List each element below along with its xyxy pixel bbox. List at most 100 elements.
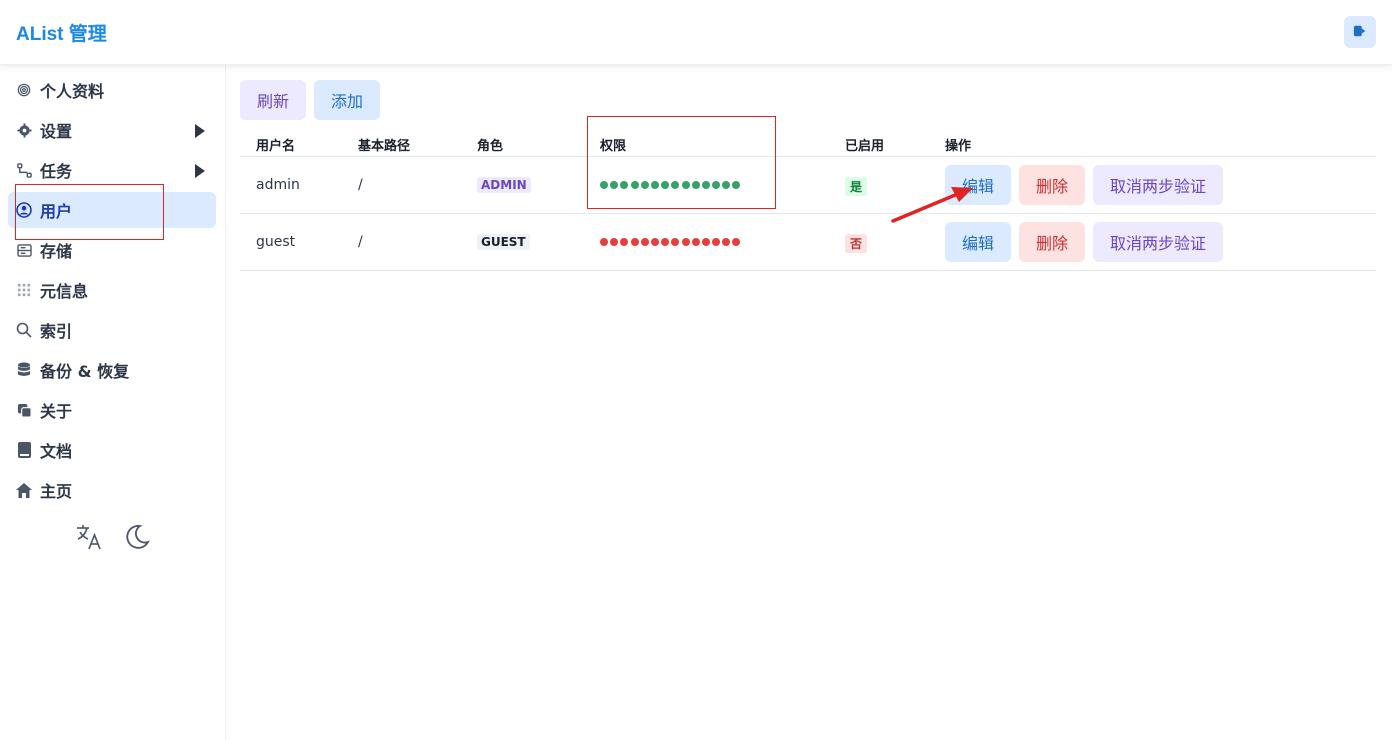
caret-right-icon <box>194 123 206 142</box>
delete-button[interactable]: 删除 <box>1019 165 1085 205</box>
sidebar-tools <box>0 525 225 553</box>
permission-dot <box>691 181 700 189</box>
permission-dot <box>650 238 659 246</box>
book-icon <box>16 442 32 458</box>
sidebar-item-settings[interactable]: 设置 <box>8 112 216 148</box>
sidebar-item-label: 存储 <box>40 242 73 261</box>
permission-dot <box>640 181 649 189</box>
permission-dot <box>640 238 649 246</box>
permission-dot <box>722 238 731 246</box>
permission-dot <box>620 181 629 189</box>
sidebar: 个人资料 设置 任务 用户 存储 元信息 索引 备份 & 恢复 关于 文档 主页 <box>0 65 226 740</box>
permission-dot <box>681 238 690 246</box>
fingerprint-icon <box>16 82 32 98</box>
sidebar-item-label: 备份 & 恢复 <box>40 362 130 381</box>
permission-dot <box>732 181 741 189</box>
sidebar-item-label: 关于 <box>40 402 73 421</box>
permission-dot <box>600 238 608 246</box>
permission-dot <box>712 181 721 189</box>
sidebar-item-label: 主页 <box>40 482 73 501</box>
home-icon <box>16 482 32 498</box>
permission-dot <box>671 181 680 189</box>
permission-dot <box>661 181 670 189</box>
database-icon <box>16 362 32 378</box>
permission-dot <box>630 238 639 246</box>
permission-dots <box>600 238 743 246</box>
logout-button[interactable] <box>1344 16 1376 48</box>
permission-dot <box>620 238 629 246</box>
sidebar-item-home[interactable]: 主页 <box>8 472 216 508</box>
edit-button[interactable]: 编辑 <box>945 165 1011 205</box>
cancel-2fa-button[interactable]: 取消两步验证 <box>1093 222 1223 262</box>
cell-username: admin <box>256 177 300 193</box>
sidebar-item-label: 个人资料 <box>40 82 105 101</box>
permission-dot <box>650 181 659 189</box>
sidebar-item-tasks[interactable]: 任务 <box>8 152 216 188</box>
sidebar-item-backup-restore[interactable]: 备份 & 恢复 <box>8 352 216 388</box>
enabled-badge: 是 <box>845 177 868 196</box>
sidebar-item-storage[interactable]: 存储 <box>8 232 216 268</box>
cell-base-path: / <box>358 234 363 250</box>
col-header-enabled: 已启用 <box>845 139 885 154</box>
storage-icon <box>16 242 32 258</box>
copy-icon <box>16 402 32 418</box>
delete-button[interactable]: 删除 <box>1019 222 1085 262</box>
grid-icon <box>16 282 32 298</box>
permission-dot <box>630 181 639 189</box>
role-badge: ADMIN <box>477 177 531 193</box>
permission-dot <box>722 181 731 189</box>
edit-button[interactable]: 编辑 <box>945 222 1011 262</box>
cell-base-path: / <box>358 177 363 193</box>
sidebar-item-label: 任务 <box>40 162 73 181</box>
sidebar-item-about[interactable]: 关于 <box>8 392 216 428</box>
sidebar-item-label: 元信息 <box>40 282 89 301</box>
permission-dot <box>712 238 721 246</box>
table-row-divider <box>240 270 1376 271</box>
theme-toggle[interactable] <box>123 525 151 553</box>
cell-username: guest <box>256 234 296 250</box>
language-toggle[interactable] <box>75 525 103 553</box>
sidebar-item-metas[interactable]: 元信息 <box>8 272 216 308</box>
sidebar-item-profile[interactable]: 个人资料 <box>8 72 216 108</box>
flow-icon <box>16 162 32 178</box>
main-content: 刷新 添加 用户名 基本路径 角色 权限 已启用 操作 admin / ADMI… <box>226 65 1392 740</box>
caret-right-icon <box>194 163 206 182</box>
sidebar-item-docs[interactable]: 文档 <box>8 432 216 468</box>
col-header-actions: 操作 <box>945 139 972 154</box>
permission-dot <box>610 238 619 246</box>
role-badge: GUEST <box>477 234 530 250</box>
permission-dots <box>600 181 743 189</box>
enabled-badge: 否 <box>845 234 868 253</box>
add-button[interactable]: 添加 <box>314 80 380 120</box>
sidebar-item-label: 文档 <box>40 442 73 461</box>
sidebar-item-label: 用户 <box>40 202 73 221</box>
permission-dot <box>610 181 619 189</box>
sidebar-item-users[interactable]: 用户 <box>8 192 216 228</box>
table-header-divider <box>240 156 1376 157</box>
gear-icon <box>16 122 32 138</box>
header: AList 管理 <box>0 0 1392 65</box>
logout-icon <box>1353 23 1367 42</box>
sidebar-item-label: 索引 <box>40 322 73 341</box>
moon-icon <box>124 524 150 554</box>
cancel-2fa-button[interactable]: 取消两步验证 <box>1093 165 1223 205</box>
col-header-base-path: 基本路径 <box>358 139 411 154</box>
table-row-divider <box>240 213 1376 214</box>
refresh-button[interactable]: 刷新 <box>240 80 306 120</box>
permission-dot <box>681 181 690 189</box>
permission-dot <box>701 238 710 246</box>
col-header-username: 用户名 <box>256 139 296 154</box>
app-title: AList 管理 <box>16 24 107 45</box>
translate-icon <box>75 523 103 555</box>
permission-dot <box>701 181 710 189</box>
sidebar-item-label: 设置 <box>40 122 73 141</box>
col-header-role: 角色 <box>477 139 504 154</box>
search-icon <box>16 322 32 338</box>
permission-dot <box>671 238 680 246</box>
permission-dot <box>600 181 608 189</box>
sidebar-item-indexes[interactable]: 索引 <box>8 312 216 348</box>
permission-dot <box>661 238 670 246</box>
col-header-permissions: 权限 <box>600 139 627 154</box>
permission-dot <box>732 238 741 246</box>
permission-dot <box>691 238 700 246</box>
